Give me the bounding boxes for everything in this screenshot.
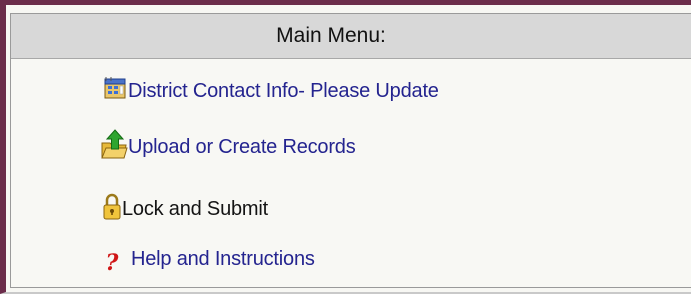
menu-item-lock-submit[interactable]: Lock and Submit <box>102 191 268 227</box>
menu-item-label: Upload or Create Records <box>128 135 356 158</box>
menu-item-help-instructions[interactable]: ? Help and Instructions <box>103 246 315 277</box>
menu-header: Main Menu: <box>11 14 691 59</box>
menu-item-label: Lock and Submit <box>122 197 268 220</box>
menu-item-upload-records[interactable]: Upload or Create Records <box>100 127 356 167</box>
menu-item-label: District Contact Info- Please Update <box>128 79 439 102</box>
question-mark-icon: ? <box>105 250 119 276</box>
main-menu-panel: Main Menu: District Contact Info- Please… <box>10 13 691 288</box>
menu-item-district-contact-info[interactable]: District Contact Info- Please Update <box>102 76 439 106</box>
menu-title: Main Menu: <box>276 24 386 47</box>
menu-item-label: Help and Instructions <box>131 247 315 270</box>
folder-upload-icon <box>100 127 128 167</box>
padlock-icon <box>102 191 122 227</box>
main-menu-frame: Main Menu: District Contact Info- Please… <box>0 0 691 294</box>
address-book-icon <box>102 76 128 106</box>
